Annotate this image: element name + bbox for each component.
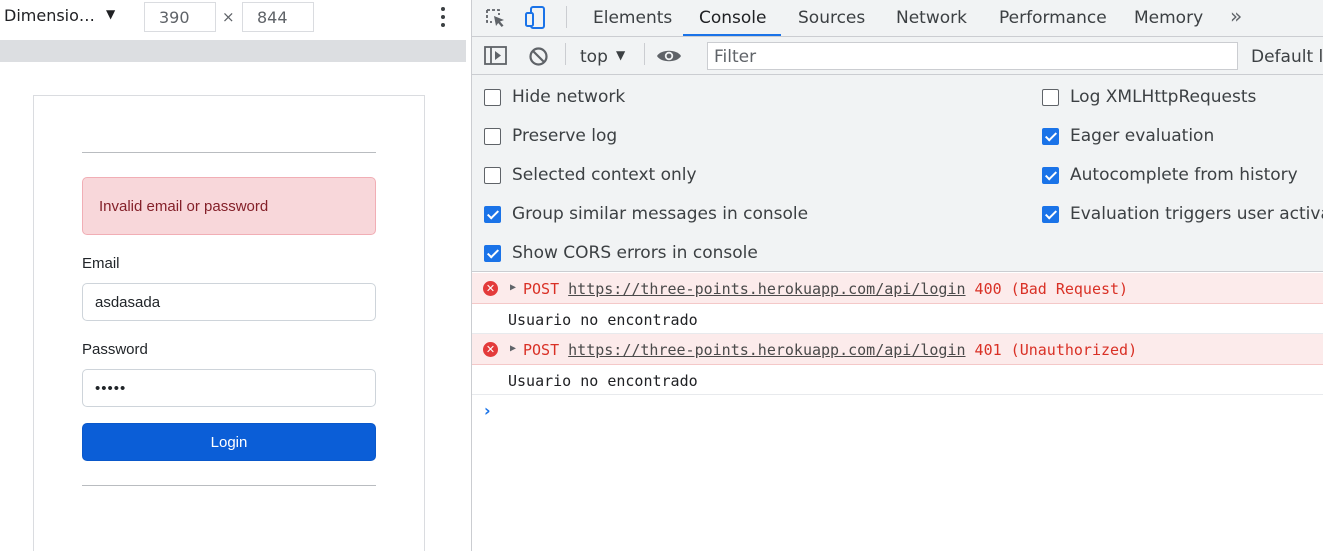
- chevron-down-icon[interactable]: ▼: [106, 7, 115, 21]
- request-method: POST: [523, 341, 560, 359]
- log-text: Usuario no encontrado: [508, 311, 698, 329]
- error-text: POST https://three-points.herokuapp.com/…: [523, 280, 1128, 298]
- request-status: 401 (Unauthorized): [974, 341, 1138, 359]
- setting-label: Evaluation triggers user activation: [1070, 204, 1323, 224]
- console-log-message: Usuario no encontrado: [472, 365, 1323, 395]
- dimensions-select[interactable]: Dimensio…: [4, 6, 95, 25]
- device-width-input[interactable]: 390: [144, 2, 216, 32]
- tab-elements[interactable]: Elements: [593, 8, 672, 28]
- toolbar-separator: [644, 43, 645, 65]
- console-prompt-icon[interactable]: ›: [484, 401, 491, 420]
- checkbox[interactable]: [484, 206, 501, 223]
- setting-label: Hide network: [512, 87, 626, 107]
- email-label: Email: [82, 255, 120, 272]
- device-emulation-pane: Dimensio… ▼ 390 × 844 Invalid email or p…: [0, 0, 471, 551]
- setting-label: Preserve log: [512, 126, 618, 146]
- more-options-icon[interactable]: [433, 4, 453, 30]
- request-status: 400 (Bad Request): [974, 280, 1129, 298]
- chevron-down-icon[interactable]: ▼: [616, 48, 625, 62]
- emulated-viewport: Invalid email or password Email asdasada…: [0, 62, 471, 551]
- setting-label: Autocomplete from history: [1070, 165, 1298, 185]
- toolbar-separator: [565, 43, 566, 65]
- setting-label: Log XMLHttpRequests: [1070, 87, 1257, 107]
- filter-input[interactable]: Filter: [707, 42, 1238, 70]
- dimension-separator: ×: [222, 8, 235, 26]
- setting-label: Group similar messages in console: [512, 204, 809, 224]
- expand-triangle-icon[interactable]: ▶: [510, 343, 516, 354]
- divider-top: [82, 152, 376, 153]
- checkbox[interactable]: [484, 245, 501, 262]
- error-alert: Invalid email or password: [82, 177, 376, 235]
- devtools-tab-bar: Elements Console Sources Network Perform…: [472, 0, 1323, 37]
- console-error-message[interactable]: ✕ ▶ POST https://three-points.herokuapp.…: [472, 334, 1323, 365]
- device-toolbar-icon[interactable]: [524, 5, 550, 35]
- error-icon: ✕: [483, 281, 498, 296]
- context-select[interactable]: top: [580, 47, 608, 67]
- error-text: POST https://three-points.herokuapp.com/…: [523, 341, 1137, 359]
- active-tab-indicator: [683, 34, 781, 36]
- toolbar-separator: [566, 6, 567, 28]
- login-page: Invalid email or password Email asdasada…: [33, 95, 425, 551]
- checkbox[interactable]: [484, 89, 501, 106]
- console-toolbar: top ▼ Filter Default levels: [472, 37, 1323, 75]
- console-messages: ✕ ▶ POST https://three-points.herokuapp.…: [472, 273, 1323, 420]
- log-text: Usuario no encontrado: [508, 372, 698, 390]
- email-field[interactable]: asdasada: [82, 283, 376, 321]
- checkbox[interactable]: [1042, 128, 1059, 145]
- device-toolbar: Dimensio… ▼ 390 × 844: [0, 0, 471, 36]
- checkbox[interactable]: [1042, 89, 1059, 106]
- clear-console-icon[interactable]: [528, 46, 549, 71]
- error-icon: ✕: [483, 342, 498, 357]
- setting-label: Selected context only: [512, 165, 697, 185]
- tab-sources[interactable]: Sources: [798, 8, 865, 28]
- checkbox[interactable]: [1042, 167, 1059, 184]
- devtools-panel: Elements Console Sources Network Perform…: [472, 0, 1323, 551]
- setting-label: Show CORS errors in console: [512, 243, 758, 263]
- password-field[interactable]: •••••: [82, 369, 376, 407]
- tab-network[interactable]: Network: [896, 8, 967, 28]
- login-button[interactable]: Login: [82, 423, 376, 461]
- checkbox[interactable]: [1042, 206, 1059, 223]
- request-url-link[interactable]: https://three-points.herokuapp.com/api/l…: [568, 341, 965, 359]
- live-expression-eye-icon[interactable]: [656, 48, 682, 68]
- tab-memory[interactable]: Memory: [1134, 8, 1203, 28]
- tab-console[interactable]: Console: [699, 8, 767, 28]
- checkbox[interactable]: [484, 128, 501, 145]
- console-log-message: Usuario no encontrado: [472, 304, 1323, 334]
- more-tabs-icon[interactable]: »: [1230, 4, 1242, 28]
- console-settings: Hide network Preserve log Selected conte…: [472, 75, 1323, 272]
- password-label: Password: [82, 341, 148, 358]
- console-error-message[interactable]: ✕ ▶ POST https://three-points.herokuapp.…: [472, 273, 1323, 304]
- divider-bottom: [82, 485, 376, 486]
- log-levels-select[interactable]: Default levels: [1251, 47, 1323, 67]
- setting-label: Eager evaluation: [1070, 126, 1215, 146]
- inspect-element-icon[interactable]: [484, 7, 508, 33]
- show-sidebar-icon[interactable]: [484, 46, 508, 70]
- tab-performance[interactable]: Performance: [999, 8, 1107, 28]
- device-height-input[interactable]: 844: [242, 2, 314, 32]
- expand-triangle-icon[interactable]: ▶: [510, 282, 516, 293]
- request-method: POST: [523, 280, 560, 298]
- media-query-ruler[interactable]: [0, 40, 466, 62]
- checkbox[interactable]: [484, 167, 501, 184]
- request-url-link[interactable]: https://three-points.herokuapp.com/api/l…: [568, 280, 965, 298]
